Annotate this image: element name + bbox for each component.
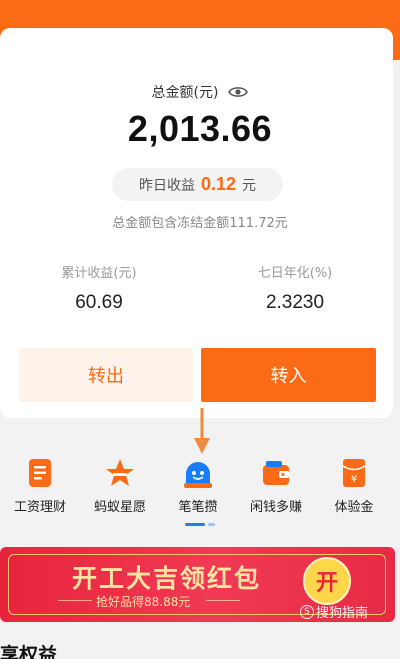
shortcut-label: 工资理财 bbox=[13, 500, 66, 515]
shortcut-active-indicator bbox=[185, 523, 215, 526]
frozen-amount-note: 总金额包含冻结金额111.72元 bbox=[112, 216, 288, 231]
banner-title: 开工大吉领红包 bbox=[72, 564, 262, 593]
shortcut-label: 笔笔攒 bbox=[178, 500, 218, 515]
smiley-robot-icon bbox=[184, 462, 212, 488]
red-envelope-icon: ¥ bbox=[342, 459, 366, 487]
shortcut-label: 闲钱多赚 bbox=[249, 500, 302, 515]
total-amount-label-row: 总金额(元) bbox=[0, 82, 400, 102]
shortcut-save-every-transaction[interactable]: 笔笔攒 bbox=[158, 456, 238, 515]
shortcut-salary-finance[interactable]: 工资理财 bbox=[0, 456, 80, 515]
seven-day-yield-label: 七日年化(%) bbox=[257, 266, 333, 281]
star-wish-icon bbox=[106, 459, 134, 486]
shortcut-idle-money[interactable]: 闲钱多赚 bbox=[236, 456, 316, 515]
banner-divider-left bbox=[58, 600, 92, 601]
svg-text:¥: ¥ bbox=[351, 474, 357, 485]
transfer-out-button[interactable]: 转出 bbox=[19, 348, 193, 402]
watermark-text: 搜狗指南 bbox=[316, 606, 369, 621]
cumulative-earnings-label: 累计收益(元) bbox=[61, 266, 137, 281]
shortcut-label: 蚂蚁星愿 bbox=[93, 500, 146, 515]
benefits-section-heading: 享权益 bbox=[0, 644, 58, 659]
shortcut-label: 体验金 bbox=[334, 500, 374, 515]
shortcut-trial-fund[interactable]: ¥ 体验金 bbox=[314, 456, 394, 515]
watermark: S 搜狗指南 bbox=[300, 602, 368, 621]
yesterday-earnings-pill[interactable]: 昨日收益 0.12 元 bbox=[112, 168, 283, 201]
arrow-down-icon bbox=[194, 408, 210, 454]
eye-icon[interactable] bbox=[228, 85, 249, 99]
wallet-icon bbox=[263, 461, 289, 485]
total-amount-value: 2,013.66 bbox=[127, 108, 273, 149]
seven-day-yield-value: 2.3230 bbox=[265, 292, 325, 313]
document-icon bbox=[29, 459, 51, 487]
total-amount-label: 总金额(元) bbox=[151, 85, 219, 101]
banner-badge: 开 bbox=[303, 557, 351, 605]
transfer-in-button[interactable]: 转入 bbox=[201, 348, 376, 402]
yesterday-earnings-unit: 元 bbox=[242, 177, 257, 194]
banner-divider-right bbox=[206, 600, 240, 601]
cumulative-earnings-value: 60.69 bbox=[75, 292, 123, 313]
yesterday-earnings-label: 昨日收益 bbox=[138, 177, 195, 194]
shortcut-ant-wish[interactable]: 蚂蚁星愿 bbox=[80, 456, 160, 515]
sogou-logo-icon: S bbox=[300, 604, 314, 619]
banner-subtitle: 抢好品得88.88元 bbox=[96, 595, 191, 609]
yesterday-earnings-value: 0.12 bbox=[200, 174, 237, 194]
